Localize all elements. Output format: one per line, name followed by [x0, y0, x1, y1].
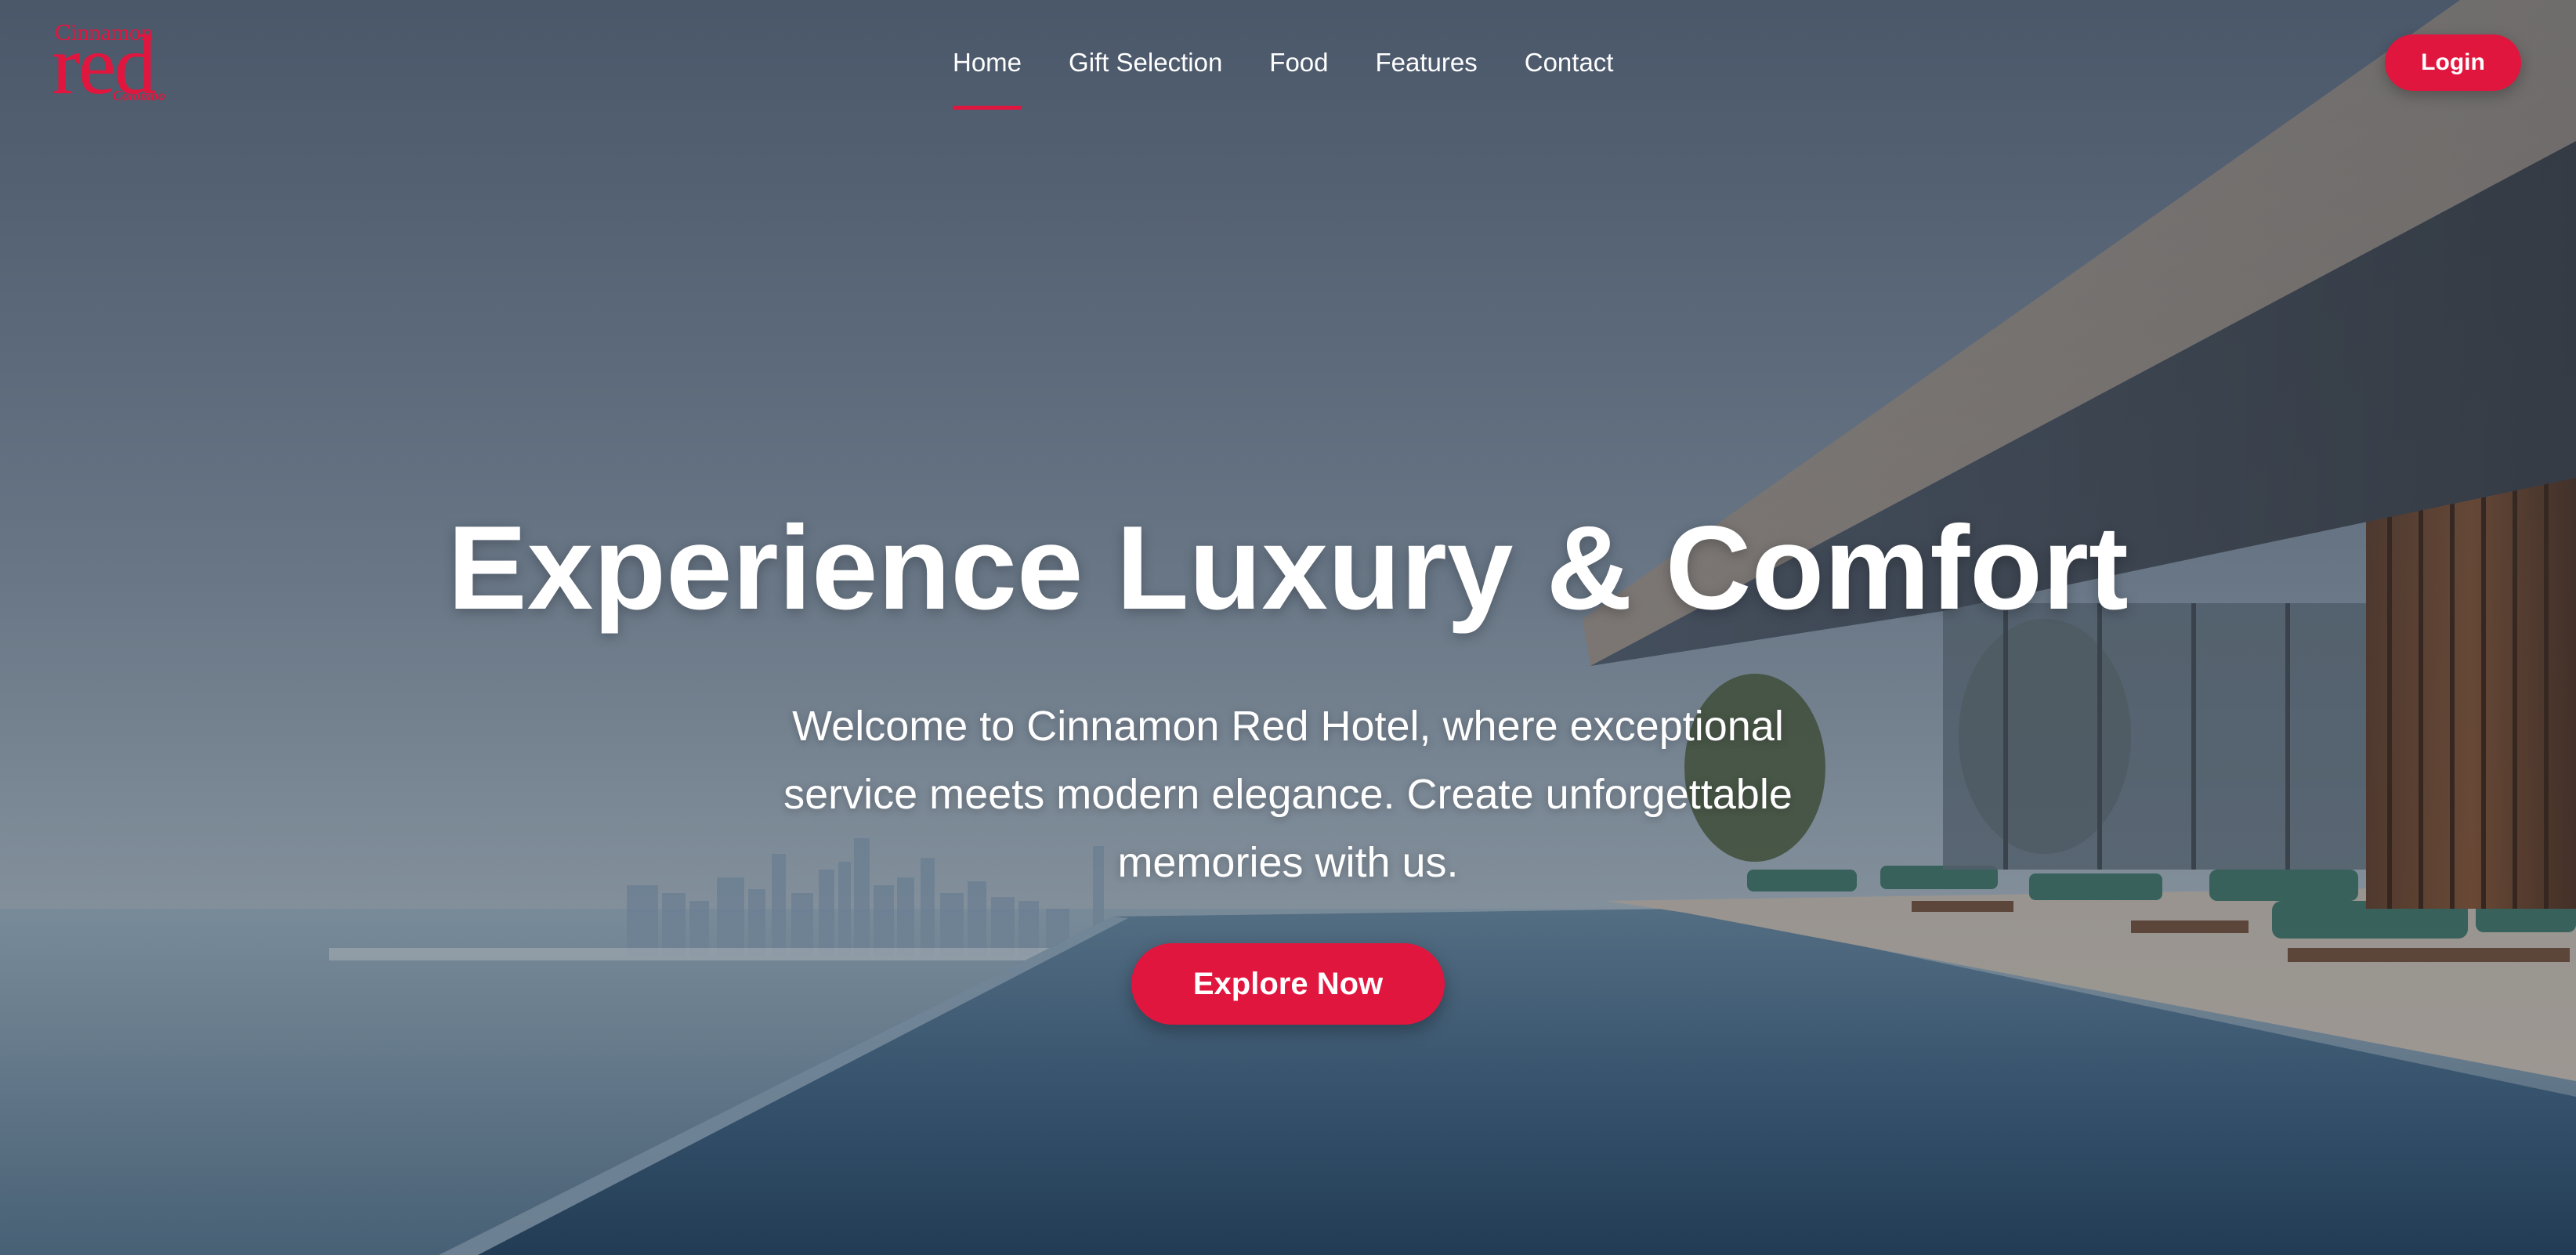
- hero-subtitle: Welcome to Cinnamon Red Hotel, where exc…: [783, 703, 1793, 886]
- hero-section: Experience Luxury & Comfort Welcome to C…: [0, 0, 2576, 1255]
- hero-title: Experience Luxury & Comfort: [447, 501, 2129, 635]
- page: Cinnamon red Colombo Home Gift Selection…: [0, 0, 2576, 1255]
- explore-now-button[interactable]: Explore Now: [1131, 943, 1445, 1025]
